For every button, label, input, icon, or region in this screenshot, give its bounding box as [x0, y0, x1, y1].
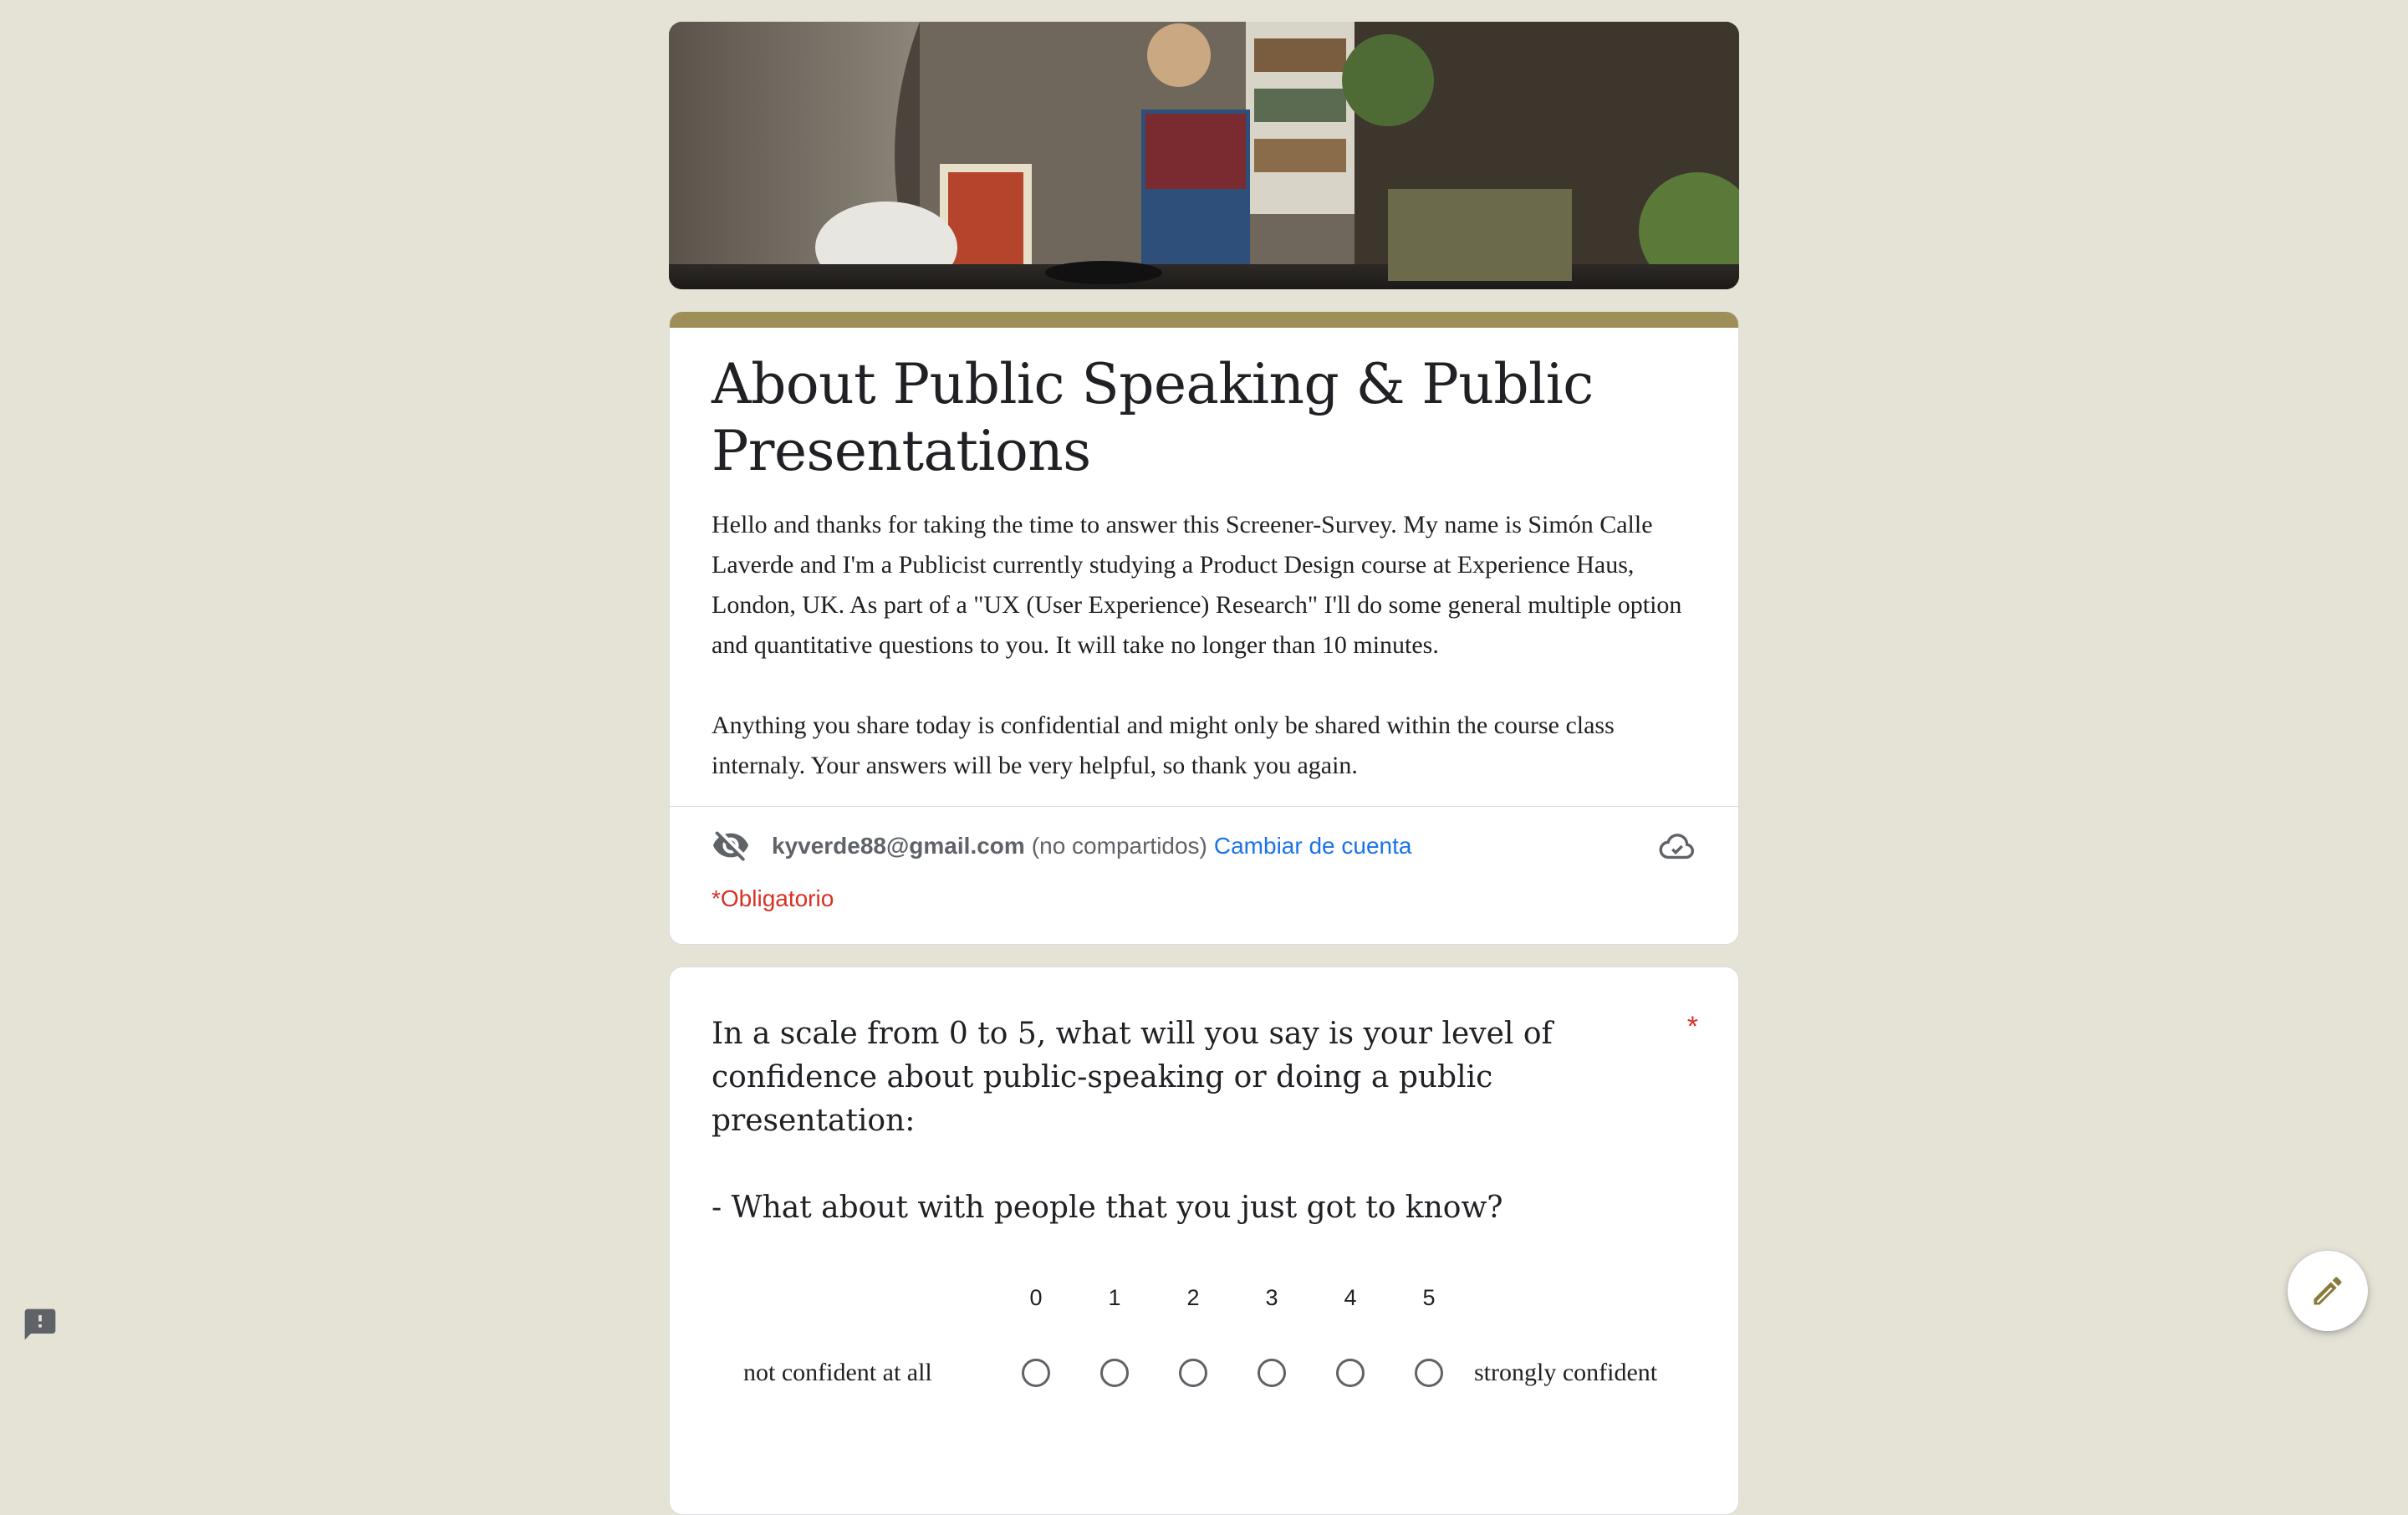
scale-low-label: not confident at all [743, 1359, 932, 1386]
scale-radio-2[interactable] [1179, 1359, 1207, 1387]
scale-option-label: 4 [1344, 1285, 1357, 1310]
form-title: About Public Speaking & Public Presentat… [712, 352, 1594, 483]
linear-scale: not confident at all 0 1 2 3 4 5 strongl… [712, 1268, 1696, 1387]
cloud-check-icon [1659, 834, 1694, 860]
eye-off-icon [712, 831, 749, 861]
form-description: Hello and thanks for taking the time to … [712, 505, 1696, 786]
question-title: In a scale from 0 to 5, what will you sa… [712, 1013, 1656, 1230]
scale-radio-4[interactable] [1336, 1359, 1365, 1387]
form-description-paragraph: Hello and thanks for taking the time to … [712, 511, 1682, 659]
scale-option-label: 5 [1422, 1285, 1436, 1310]
question-card: * In a scale from 0 to 5, what will you … [669, 967, 1739, 1515]
scale-high-label: strongly confident [1474, 1359, 1658, 1386]
scale-option-label: 1 [1108, 1285, 1121, 1310]
form-column: About Public Speaking & Public Presentat… [669, 22, 1739, 1515]
account-row: kyverde88@gmail.com (no compartidos) Cam… [670, 807, 1738, 885]
header-banner-image [669, 22, 1739, 289]
scale-option-1[interactable]: 1 [1081, 1285, 1148, 1387]
scale-radio-0[interactable] [1022, 1359, 1050, 1387]
question-line: - What about with people that you just g… [712, 1191, 1503, 1225]
report-icon[interactable] [22, 1306, 59, 1343]
scale-option-4[interactable]: 4 [1317, 1285, 1384, 1387]
switch-account-link[interactable]: Cambiar de cuenta [1214, 833, 1412, 860]
scale-option-label: 2 [1186, 1285, 1200, 1310]
scale-option-0[interactable]: 0 [1002, 1285, 1069, 1387]
question-line: In a scale from 0 to 5, what will you sa… [712, 1017, 1553, 1138]
account-email: kyverde88@gmail.com [772, 833, 1025, 859]
header-accent-bar [670, 312, 1738, 328]
scale-radio-5[interactable] [1415, 1359, 1443, 1387]
scale-option-3[interactable]: 3 [1238, 1285, 1305, 1387]
scale-option-2[interactable]: 2 [1160, 1285, 1227, 1387]
scale-radio-1[interactable] [1100, 1359, 1129, 1387]
form-description-paragraph: Anything you share today is confidential… [712, 712, 1615, 779]
form-header-card: About Public Speaking & Public Presentat… [669, 311, 1739, 945]
account-visibility-note: (no compartidos) [1031, 833, 1207, 859]
scale-option-5[interactable]: 5 [1395, 1285, 1462, 1387]
required-note: *Obligatorio [712, 885, 834, 911]
scale-option-label: 0 [1029, 1285, 1043, 1310]
edit-response-button[interactable] [2288, 1251, 2368, 1331]
required-marker: * [1686, 1011, 1698, 1043]
scale-radio-3[interactable] [1258, 1359, 1286, 1387]
pencil-icon [2314, 1277, 2342, 1305]
scale-option-label: 3 [1265, 1285, 1278, 1310]
